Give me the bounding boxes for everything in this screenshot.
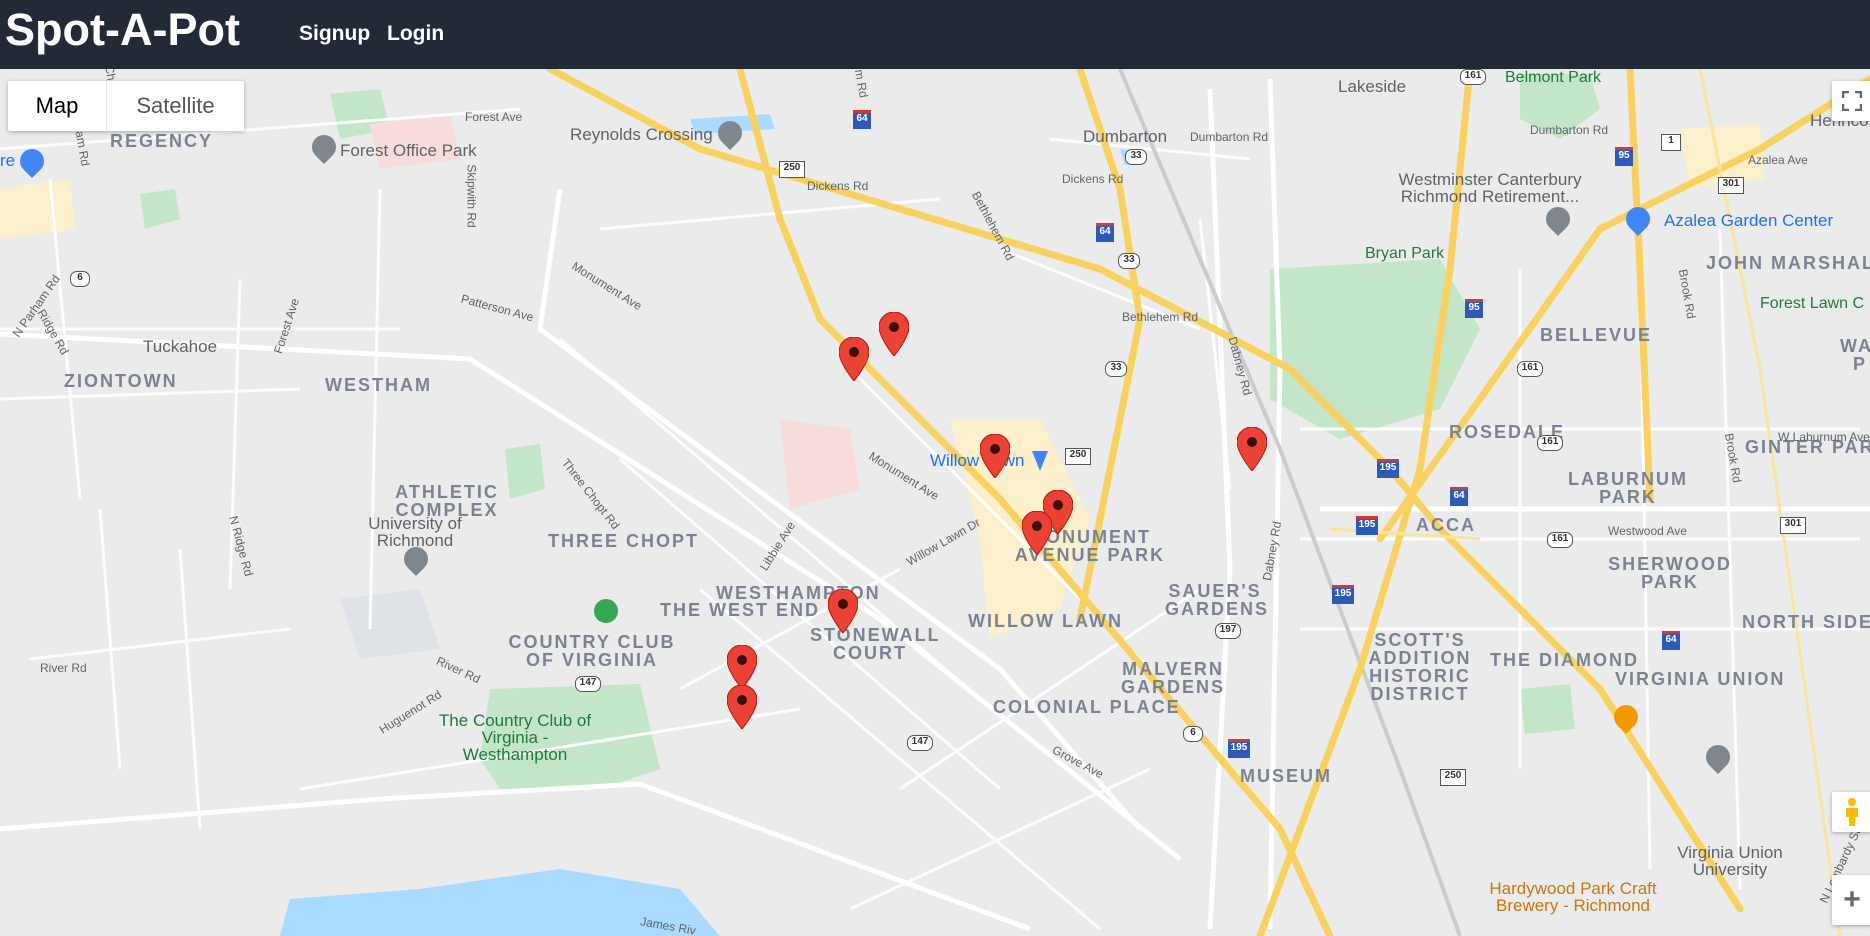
road-label: Azalea Ave: [1748, 153, 1808, 167]
road-label: Forest Ave: [465, 110, 523, 124]
street-view-button[interactable]: [1832, 792, 1870, 832]
route-shield: 250: [1440, 769, 1466, 786]
neighborhood-label: BELLEVUE: [1540, 325, 1653, 345]
road-label: Skipwith Rd: [464, 164, 479, 228]
place-label[interactable]: Reynolds Crossing: [570, 125, 713, 145]
marker-pin-icon[interactable]: [727, 685, 757, 729]
neighborhood-label: JOHN MARSHAL: [1706, 253, 1870, 273]
neighborhood-label: NORTH SIDE: [1742, 612, 1870, 632]
place-label[interactable]: Virginia Union University: [1670, 844, 1790, 878]
road-label: Dumbarton Rd: [1530, 123, 1609, 137]
place-label-azalea-garden-center[interactable]: Azalea Garden Center: [1664, 211, 1833, 231]
route-shield: 64: [1450, 487, 1468, 506]
marker-pin-icon[interactable]: [980, 434, 1010, 478]
road-label: River Rd: [40, 661, 87, 675]
map-canvas[interactable]: Lakeside REGENCY Tuckahoe ZIONTOWN WESTH…: [0, 69, 1870, 936]
marker-pin-icon[interactable]: [879, 312, 909, 356]
neighborhood-label: COUNTRY CLUB OF VIRGINIA: [508, 632, 676, 670]
park-label[interactable]: The Country Club of Virginia - Westhampt…: [430, 712, 600, 763]
route-shield: 301: [1718, 177, 1744, 194]
route-shield: 64: [853, 110, 871, 129]
neighborhood-label: WESTHAM: [325, 375, 432, 395]
road-label: Dickens Rd: [807, 179, 869, 193]
navbar: Spot-A-Pot Signup Login: [0, 0, 1870, 69]
route-shield: 95: [1465, 299, 1483, 318]
route-shield: 197: [1215, 623, 1241, 639]
route-shield: 64: [1662, 631, 1680, 650]
route-shield: 95: [1615, 147, 1633, 166]
map-type-map-button[interactable]: Map: [8, 81, 106, 131]
signup-link[interactable]: Signup: [299, 22, 370, 46]
marker-pin-icon[interactable]: [839, 337, 869, 381]
marker-pin-icon[interactable]: [1237, 427, 1267, 471]
route-shield: 195: [1228, 739, 1250, 758]
road-label: W Laburnum Ave: [1778, 430, 1870, 444]
marker-pin-icon[interactable]: [1022, 511, 1052, 555]
route-shield: 250: [779, 161, 805, 178]
place-label-willow-lawn[interactable]: Willow Lawn: [930, 451, 1024, 471]
route-shield: 195: [1356, 516, 1378, 535]
neighborhood-label: ZIONTOWN: [64, 371, 178, 391]
fullscreen-button[interactable]: [1832, 81, 1870, 121]
neighborhood-label: Dumbarton: [1083, 127, 1168, 146]
route-shield: 161: [1460, 69, 1486, 85]
route-shield: 195: [1377, 459, 1399, 478]
neighborhood-label: SAUER'S GARDENS: [1165, 581, 1270, 619]
neighborhood-label: VIRGINIA UNION: [1615, 669, 1786, 689]
place-label[interactable]: University of Richmond: [360, 515, 470, 549]
place-label[interactable]: Westminster Canterbury Richmond Retireme…: [1390, 171, 1590, 205]
route-shield: 147: [575, 676, 601, 692]
place-label-hardywood[interactable]: Hardywood Park Craft Brewery - Richmond: [1478, 880, 1668, 914]
route-shield: 161: [1547, 532, 1573, 548]
marker-pin-icon[interactable]: [828, 589, 858, 633]
route-shield: 33: [1125, 149, 1147, 165]
neighborhood-label: WILLOW LAWN: [968, 611, 1123, 631]
neighborhood-label: ACCA: [1416, 515, 1476, 535]
neighborhood-label: THE DIAMOND: [1490, 650, 1639, 670]
road-label: Dickens Rd: [1062, 172, 1124, 186]
route-shield: 33: [1105, 361, 1127, 377]
route-shield: 250: [1065, 448, 1091, 465]
golf-icon[interactable]: [594, 599, 618, 623]
place-label[interactable]: Forest Office Park: [340, 141, 477, 161]
park-label[interactable]: Forest Lawn C: [1760, 295, 1864, 313]
route-shield: 6: [70, 271, 90, 287]
neighborhood-label: WASH P: [1840, 336, 1870, 374]
neighborhood-label: SCOTT'S ADDITION HISTORIC DISTRICT: [1368, 630, 1472, 704]
neighborhood-label: REGENCY: [110, 131, 214, 151]
neighborhood-label: MUSEUM: [1240, 766, 1332, 786]
pegman-icon: [1846, 798, 1858, 826]
map-type-control: Map Satellite: [8, 81, 244, 131]
route-shield: 195: [1332, 585, 1354, 604]
route-shield: 33: [1118, 253, 1140, 269]
neighborhood-label: Lakeside: [1338, 77, 1407, 96]
neighborhood-label: Tuckahoe: [143, 337, 218, 356]
park-label[interactable]: Belmont Park: [1505, 69, 1601, 87]
route-shield: 301: [1780, 517, 1806, 534]
road-label: Dumbarton Rd: [1190, 130, 1269, 144]
brand-logo[interactable]: Spot-A-Pot: [5, 4, 240, 56]
route-shield: 6: [1183, 726, 1203, 742]
route-shield: 161: [1517, 361, 1543, 377]
park-label[interactable]: Bryan Park: [1365, 245, 1444, 263]
route-shield: 147: [907, 735, 933, 751]
route-shield: 161: [1537, 435, 1563, 451]
neighborhood-label: THE WEST END: [660, 600, 821, 620]
neighborhood-label: MALVERN GARDENS: [1120, 659, 1225, 697]
neighborhood-label: THREE CHOPT: [548, 531, 700, 551]
route-shield: 1: [1661, 134, 1681, 151]
neighborhood-label: LABURNUM PARK: [1568, 469, 1688, 507]
login-link[interactable]: Login: [387, 22, 444, 46]
road-label: Westwood Ave: [1608, 524, 1687, 538]
zoom-in-button[interactable]: +: [1832, 875, 1870, 925]
place-label-partial[interactable]: re: [0, 151, 15, 171]
route-shield: 64: [1096, 223, 1114, 242]
marker-pin-icon[interactable]: [727, 645, 757, 689]
neighborhood-label: SHERWOOD PARK: [1608, 554, 1732, 592]
fullscreen-icon: [1842, 91, 1862, 111]
road-label: Bethlehem Rd: [1122, 310, 1199, 324]
neighborhood-label: COLONIAL PLACE: [993, 697, 1181, 717]
map-type-satellite-button[interactable]: Satellite: [106, 81, 244, 131]
